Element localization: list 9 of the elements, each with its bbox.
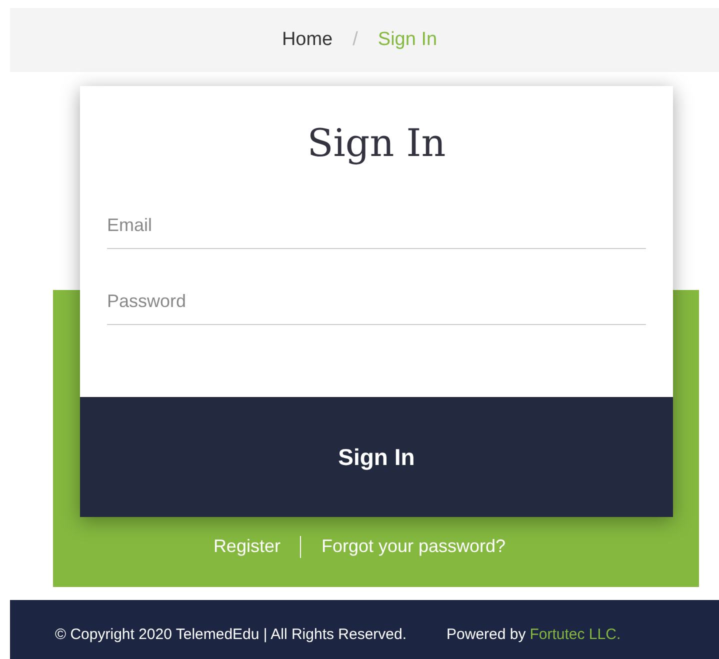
input-field[interactable]: Email xyxy=(107,199,646,249)
copyright-text: © Copyright 2020 TelemedEdu | All Rights Reserved. xyxy=(55,625,407,645)
breadcrumb-separator: / xyxy=(352,28,359,52)
sign-in-button[interactable]: Sign In xyxy=(80,397,673,517)
input-field[interactable]: Password xyxy=(107,275,646,325)
powered-by-text: Powered by xyxy=(446,625,526,645)
card-title: Sign In xyxy=(306,124,447,162)
company-link[interactable]: Fortutec LLC. xyxy=(530,624,621,646)
breadcrumb-link[interactable]: Home xyxy=(282,26,333,54)
